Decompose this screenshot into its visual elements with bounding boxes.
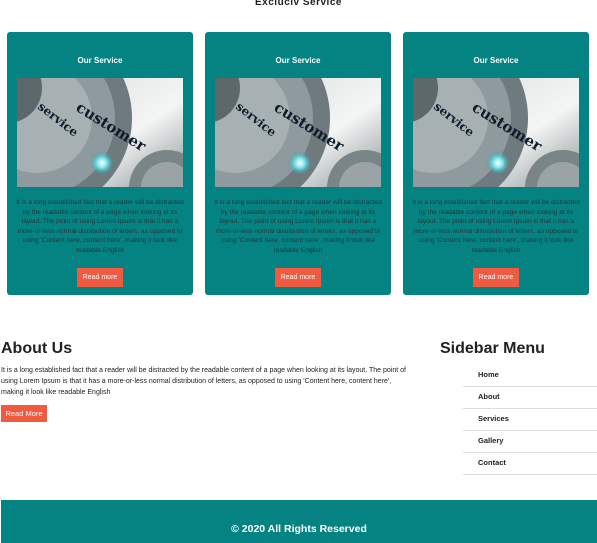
card-text: It is a long established fact that a rea… bbox=[412, 199, 580, 254]
service-cards: Our Service customer service It is a lon… bbox=[7, 32, 590, 297]
sidebar-menu: Home About Services Gallery Contact bbox=[463, 365, 597, 475]
about-section: About Us It is a long established fact t… bbox=[1, 338, 411, 422]
about-text: It is a long established fact that a rea… bbox=[1, 367, 406, 396]
sidebar-title: Sidebar Menu bbox=[440, 340, 545, 357]
customer-service-image: customer service bbox=[215, 78, 381, 187]
about-read-more-button[interactable]: Read More bbox=[1, 405, 47, 422]
sidebar: Sidebar Menu Home About Services Gallery… bbox=[440, 338, 597, 475]
about-title: About Us bbox=[1, 340, 73, 357]
service-card: Our Service customer service It is a lon… bbox=[7, 32, 193, 295]
service-card: Our Service customer service It is a lon… bbox=[205, 32, 391, 295]
read-more-button[interactable]: Read more bbox=[275, 268, 321, 287]
sidebar-item-about[interactable]: About bbox=[463, 387, 597, 409]
customer-service-image: customer service bbox=[17, 78, 183, 187]
card-title: Our Service bbox=[275, 56, 321, 65]
sidebar-item-services[interactable]: Services bbox=[463, 409, 597, 431]
sidebar-item-contact[interactable]: Contact bbox=[463, 453, 597, 475]
sidebar-item-gallery[interactable]: Gallery bbox=[463, 431, 597, 453]
card-text: It is a long established fact that a rea… bbox=[214, 199, 382, 254]
read-more-button[interactable]: Read more bbox=[77, 268, 123, 287]
footer: © 2020 All Rights Reserved bbox=[1, 500, 597, 543]
service-card: Our Service customer service It is a lon… bbox=[403, 32, 589, 295]
sidebar-item-home[interactable]: Home bbox=[463, 365, 597, 387]
copyright-text: © 2020 All Rights Reserved bbox=[231, 523, 367, 535]
card-text: It is a long established fact that a rea… bbox=[16, 199, 184, 254]
customer-service-image: customer service bbox=[413, 78, 579, 187]
card-title: Our Service bbox=[473, 56, 519, 65]
read-more-button[interactable]: Read more bbox=[473, 268, 519, 287]
page-heading: Excluciv Service bbox=[255, 0, 342, 8]
card-title: Our Service bbox=[77, 56, 123, 65]
